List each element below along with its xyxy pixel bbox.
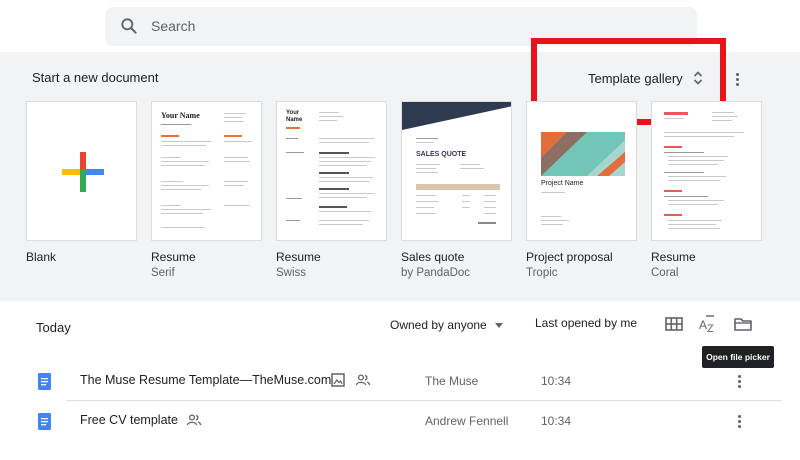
owner-filter-dropdown[interactable]: Owned by anyone — [390, 316, 503, 334]
last-opened-time: 10:34 — [541, 414, 572, 428]
template-subtitle: Coral — [651, 267, 679, 279]
google-doc-icon — [38, 373, 51, 390]
svg-text:Z: Z — [707, 323, 714, 335]
search-icon — [121, 18, 137, 34]
more-options-icon[interactable] — [729, 411, 749, 431]
document-row[interactable]: The Muse Resume Template—TheMuse.com The… — [0, 361, 800, 401]
section-heading: Today — [36, 320, 71, 335]
last-opened-time: 10:34 — [541, 374, 572, 388]
caret-down-icon — [494, 322, 503, 328]
template-section: Start a new document Template gallery Bl… — [0, 38, 800, 301]
search-input[interactable] — [151, 15, 651, 37]
document-owner: The Muse — [425, 374, 479, 388]
owner-filter-label: Owned by anyone — [390, 318, 487, 332]
template-resume-coral[interactable]: Resume Coral — [651, 101, 762, 279]
sort-menu[interactable]: Last opened by me — [535, 316, 637, 330]
template-name: Sales quote — [401, 250, 465, 264]
document-title: The Muse Resume Template—TheMuse.com — [80, 373, 332, 387]
more-options-icon[interactable] — [729, 371, 749, 391]
google-doc-icon — [38, 413, 51, 430]
template-thumbnail[interactable]: Your Name — [151, 101, 262, 241]
svg-text:A: A — [699, 318, 707, 332]
image-icon — [331, 373, 345, 387]
thumbnail-heading: Project Name — [541, 180, 584, 187]
template-name: Project proposal — [526, 250, 613, 264]
template-project-proposal[interactable]: Project Name Project proposal Tropic — [526, 101, 637, 279]
section-title: Start a new document — [32, 70, 159, 85]
template-thumbnail[interactable] — [651, 101, 762, 241]
template-name: Resume — [651, 250, 696, 264]
template-sales-quote[interactable]: SALES QUOTE Sales quote by PandaDoc — [401, 101, 512, 279]
thumbnail-heading: Your Name — [161, 111, 200, 120]
plus-icon — [62, 152, 104, 192]
document-owner: Andrew Fennell — [425, 414, 509, 428]
folder-icon[interactable] — [732, 313, 754, 335]
template-thumbnail[interactable]: Your Name — [276, 101, 387, 241]
template-resume-serif[interactable]: Your Name Resume Serif — [151, 101, 262, 279]
template-subtitle: Serif — [151, 267, 175, 279]
sort-az-icon[interactable]: A Z — [697, 313, 719, 335]
document-row[interactable]: Free CV template Andrew Fennell 10:34 — [0, 401, 800, 441]
template-name: Resume — [276, 250, 321, 264]
template-subtitle: Tropic — [526, 267, 558, 279]
thumbnail-heading: SALES QUOTE — [416, 151, 467, 158]
document-title: Free CV template — [80, 413, 178, 427]
template-name: Resume — [151, 250, 196, 264]
template-subtitle: Swiss — [276, 267, 307, 279]
google-docs-home: Start a new document Template gallery — [0, 0, 800, 460]
thumbnail-header-graphic — [402, 102, 511, 130]
template-thumbnail[interactable] — [26, 101, 137, 241]
template-resume-swiss[interactable]: Your Name Resume Swiss — [276, 101, 387, 279]
template-thumbnail[interactable]: SALES QUOTE — [401, 101, 512, 241]
grid-view-icon[interactable] — [663, 313, 685, 335]
template-subtitle: by PandaDoc — [401, 267, 471, 279]
thumbnail-heading: Your Name — [286, 110, 303, 123]
more-options-icon[interactable] — [727, 68, 747, 90]
template-blank[interactable]: Blank — [26, 101, 137, 264]
shared-icon — [355, 374, 371, 386]
template-name: Blank — [26, 250, 57, 264]
template-thumbnail[interactable]: Project Name — [526, 101, 637, 241]
shared-icon — [186, 414, 202, 426]
